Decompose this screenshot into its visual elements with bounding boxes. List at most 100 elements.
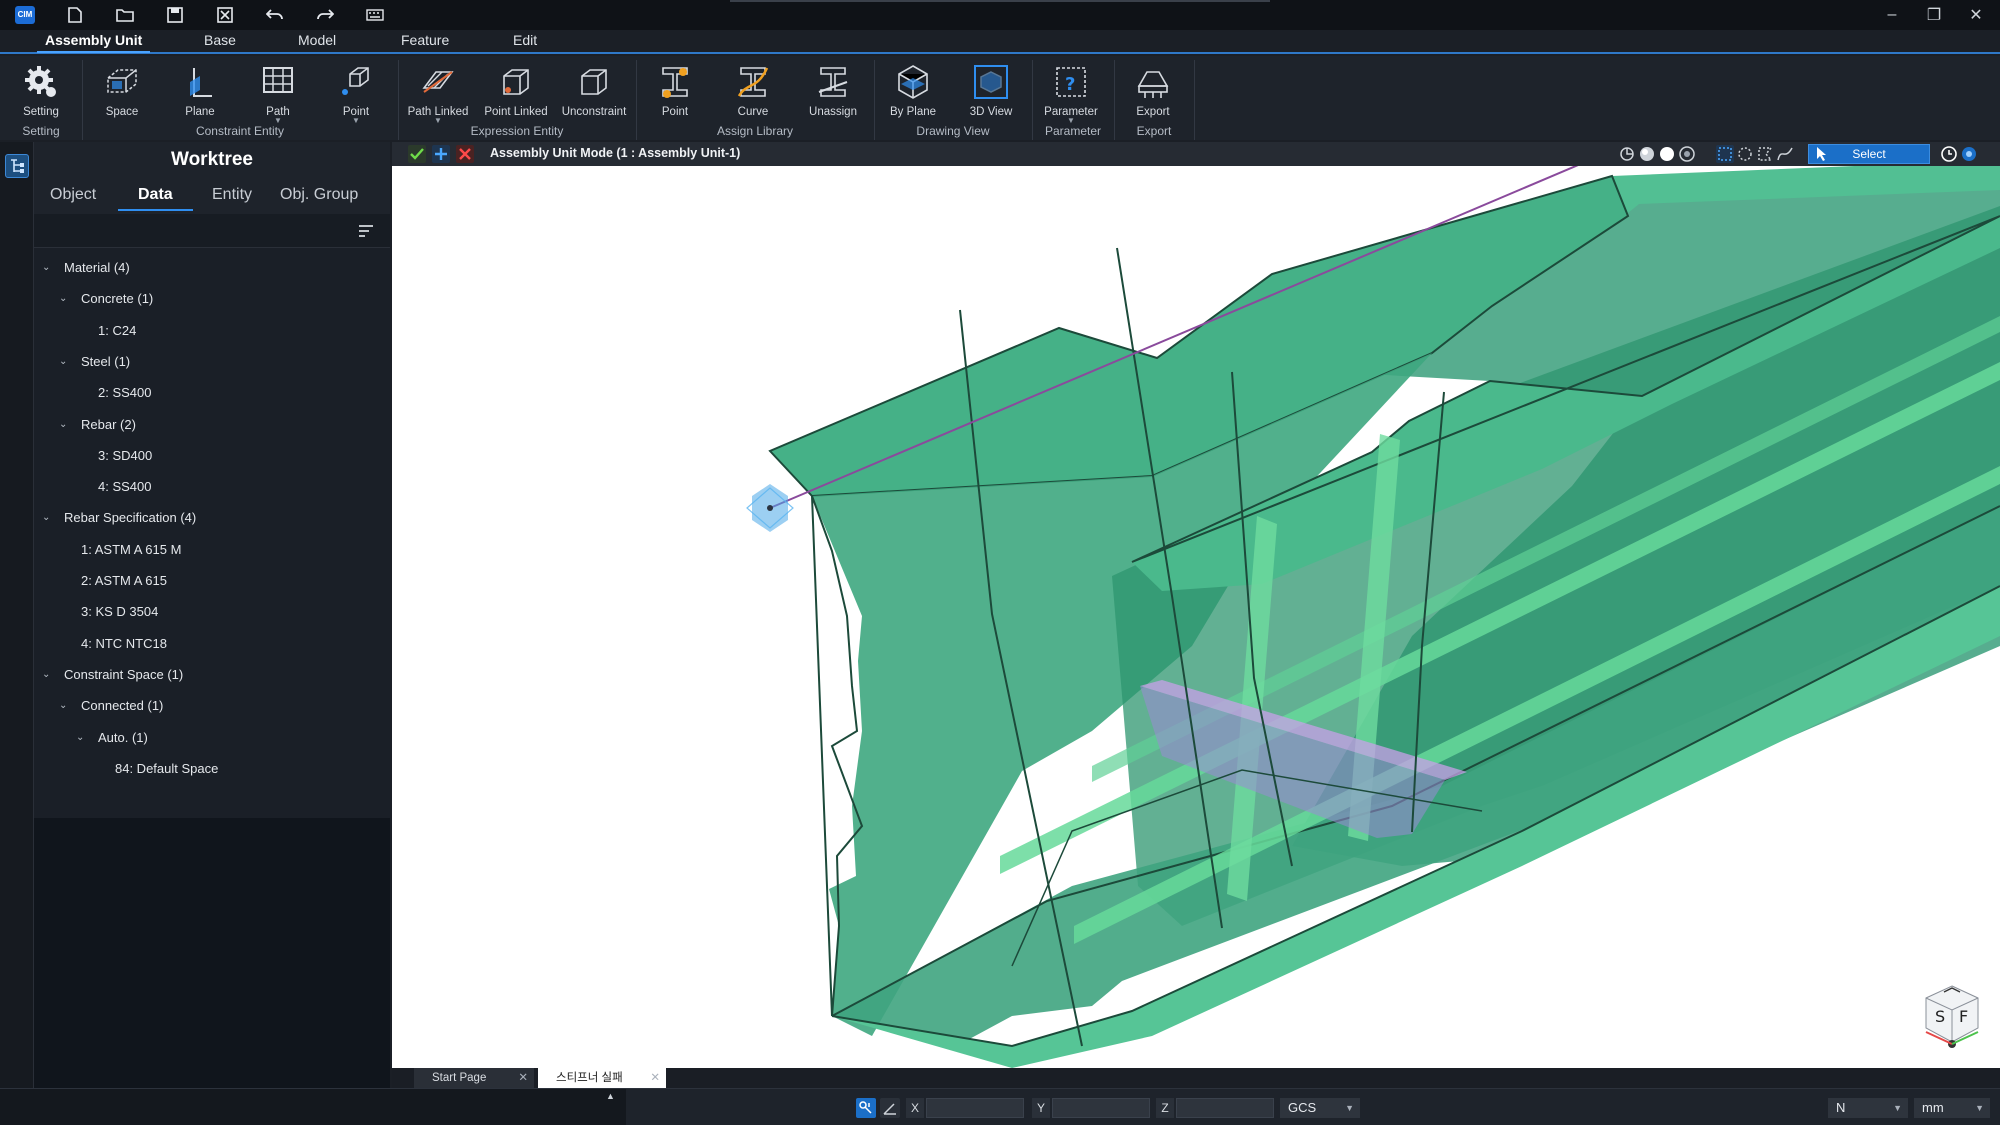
parameter-button[interactable]: ? Parameter ▼: [1033, 62, 1109, 125]
chevron-down-icon[interactable]: ⌄: [42, 262, 56, 273]
tree-item[interactable]: ⌄ Rebar Specification (4): [34, 502, 196, 533]
assign-curve-label: Curve: [737, 106, 769, 118]
group-label-drawing-view: Drawing View: [916, 124, 990, 138]
tree-item[interactable]: 1: ASTM A 615 M: [34, 534, 181, 565]
wire-mode-icon[interactable]: [1678, 145, 1696, 163]
point-linked-button[interactable]: Point Linked: [478, 62, 554, 118]
close-file-icon[interactable]: [212, 2, 238, 28]
confirm-icon[interactable]: [408, 145, 426, 163]
unassign-button[interactable]: Unassign: [795, 62, 871, 118]
plane-button[interactable]: Plane: [162, 62, 238, 118]
chevron-down-icon[interactable]: ⌄: [59, 419, 73, 430]
expand-up-icon[interactable]: ▲: [606, 1091, 615, 1101]
tree-item[interactable]: 84: Default Space: [34, 753, 218, 784]
solid-mode-icon[interactable]: [1658, 145, 1676, 163]
point-button[interactable]: Point ▼: [318, 62, 394, 125]
tree-item[interactable]: 3: KS D 3504: [34, 596, 158, 627]
app-logo[interactable]: CIM: [12, 2, 38, 28]
tree-item[interactable]: 2: ASTM A 615: [34, 565, 167, 596]
tab-edit[interactable]: Edit: [513, 32, 537, 48]
nav-cube-left-face[interactable]: S: [1935, 1007, 1945, 1026]
tree-item[interactable]: ⌄ Rebar (2): [34, 409, 136, 440]
restore-icon[interactable]: ❐: [1922, 5, 1946, 25]
tree-item[interactable]: 4: NTC NTC18: [34, 628, 167, 659]
redo-icon[interactable]: [312, 2, 338, 28]
snap-icon[interactable]: [1960, 145, 1978, 163]
view-rotate-icon[interactable]: [1618, 145, 1636, 163]
keyboard-icon[interactable]: [362, 2, 388, 28]
model-scene[interactable]: [392, 166, 2000, 1068]
add-icon[interactable]: [432, 145, 450, 163]
status-left-area: ▲: [0, 1089, 626, 1125]
x-coordinate-field[interactable]: [926, 1098, 1024, 1118]
point-cube-icon: [336, 62, 376, 102]
tree-item[interactable]: ⌄ Concrete (1): [34, 283, 153, 314]
save-icon[interactable]: [162, 2, 188, 28]
close-tab-icon[interactable]: ✕: [518, 1068, 528, 1088]
open-folder-icon[interactable]: [112, 2, 138, 28]
polygon-select-icon[interactable]: [1756, 145, 1774, 163]
tab-data[interactable]: Data: [118, 186, 193, 211]
snap-angle-icon[interactable]: [880, 1098, 900, 1118]
box-select-icon[interactable]: [1716, 145, 1734, 163]
tree-item[interactable]: ⌄ Connected (1): [34, 690, 163, 721]
assign-curve-button[interactable]: Curve: [715, 62, 791, 118]
setting-button[interactable]: Setting: [3, 62, 79, 118]
tree-item[interactable]: ⌄ Steel (1): [34, 346, 130, 377]
new-file-icon[interactable]: [62, 2, 88, 28]
chevron-down-icon[interactable]: ⌄: [42, 512, 56, 523]
snap-point-icon[interactable]: [856, 1098, 876, 1118]
navigation-cube[interactable]: S F: [1922, 982, 1982, 1052]
assign-point-button[interactable]: Point: [637, 62, 713, 118]
unconstraint-button[interactable]: Unconstraint: [556, 62, 632, 118]
tree-item[interactable]: 3: SD400: [34, 440, 152, 471]
z-coordinate-field[interactable]: [1176, 1098, 1274, 1118]
tab-base[interactable]: Base: [204, 32, 236, 48]
tree-item[interactable]: ⌄ Constraint Space (1): [34, 659, 183, 690]
export-button[interactable]: Export: [1115, 62, 1191, 118]
close-window-icon[interactable]: ✕: [1964, 5, 1988, 25]
path-button[interactable]: Path ▼: [240, 62, 316, 125]
minimize-icon[interactable]: –: [1880, 6, 1904, 24]
force-unit-select[interactable]: N ▼: [1828, 1098, 1908, 1118]
tree-item[interactable]: 2: SS400: [34, 377, 152, 408]
y-coordinate-field[interactable]: [1052, 1098, 1150, 1118]
close-tab-icon[interactable]: ✕: [650, 1068, 660, 1088]
nav-cube-right-face[interactable]: F: [1959, 1007, 1968, 1026]
tab-assembly-unit[interactable]: Assembly Unit: [36, 32, 151, 53]
undo-icon[interactable]: [262, 2, 288, 28]
cancel-icon[interactable]: [456, 145, 474, 163]
tab-obj-group[interactable]: Obj. Group: [280, 186, 358, 204]
tree-item[interactable]: ⌄ Material (4): [34, 252, 130, 283]
clock-icon[interactable]: [1940, 145, 1958, 163]
tab-feature[interactable]: Feature: [401, 32, 449, 48]
chevron-down-icon[interactable]: ⌄: [59, 356, 73, 367]
circle-select-icon[interactable]: [1736, 145, 1754, 163]
tab-entity[interactable]: Entity: [212, 186, 252, 204]
chevron-down-icon[interactable]: ⌄: [59, 700, 73, 711]
space-button[interactable]: Space: [84, 62, 160, 118]
sort-icon[interactable]: [358, 224, 374, 238]
tab-start-page[interactable]: Start Page ✕: [414, 1068, 534, 1088]
freehand-select-icon[interactable]: [1776, 145, 1794, 163]
length-unit-select[interactable]: mm ▼: [1914, 1098, 1990, 1118]
tab-object[interactable]: Object: [50, 186, 96, 204]
by-plane-label: By Plane: [889, 106, 937, 118]
chevron-down-icon[interactable]: ⌄: [42, 669, 56, 680]
select-mode-button[interactable]: Select: [1808, 144, 1930, 164]
tab-stiffener[interactable]: 스티프너 실패 ✕: [538, 1068, 666, 1088]
tree-item[interactable]: ⌄ Auto. (1): [34, 722, 148, 753]
by-plane-button[interactable]: By Plane: [875, 62, 951, 118]
path-linked-button[interactable]: Path Linked ▼: [400, 62, 476, 125]
chevron-down-icon[interactable]: ⌄: [59, 293, 73, 304]
3d-viewport[interactable]: Assembly Unit Mode (1 : Assembly Unit-1): [392, 142, 2000, 1068]
3d-view-button[interactable]: 3D View: [953, 62, 1029, 118]
tab-model[interactable]: Model: [298, 32, 336, 48]
tree-item[interactable]: 1: C24: [34, 315, 136, 346]
chevron-down-icon[interactable]: ⌄: [76, 732, 90, 743]
tree-item[interactable]: 4: SS400: [34, 471, 152, 502]
shaded-mode-icon[interactable]: [1638, 145, 1656, 163]
coordinate-system-select[interactable]: GCS ▼: [1280, 1098, 1360, 1118]
worktree-panel-icon[interactable]: [5, 154, 29, 178]
z-label: Z: [1156, 1098, 1174, 1118]
